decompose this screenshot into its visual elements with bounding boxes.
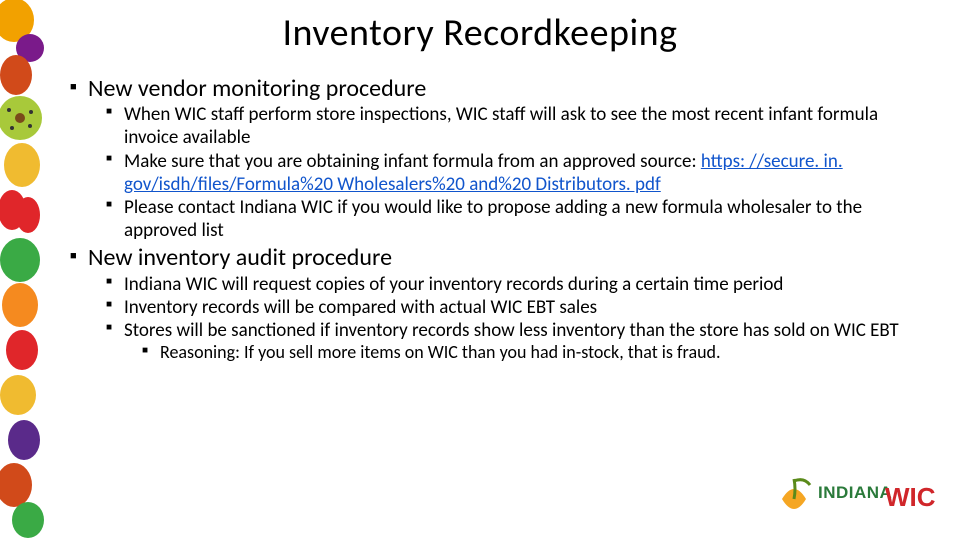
bullet: Please contact Indiana WIC if you would … [124,196,920,242]
slide: Inventory Recordkeeping New vendor monit… [0,0,960,540]
text: Make sure that you are obtaining infant … [124,150,701,173]
bullet: Make sure that you are obtaining infant … [124,150,920,196]
logo-text-2: WIC [885,482,936,512]
text: Stores will be sanctioned if inventory r… [124,319,899,342]
section-heading-2: New inventory audit procedure Indiana WI… [88,243,920,364]
bullet: Inventory records will be compared with … [124,296,920,319]
text: New inventory audit procedure [88,243,392,272]
section-heading-1: New vendor monitoring procedure When WIC… [88,74,920,242]
text: New vendor monitoring procedure [88,74,426,103]
indiana-wic-logo: INDIANA WIC [770,473,940,530]
logo-text-1: INDIANA [818,483,892,502]
bullet: Indiana WIC will request copies of your … [124,273,920,296]
content: New vendor monitoring procedure When WIC… [70,72,920,365]
bullet: Stores will be sanctioned if inventory r… [124,319,920,364]
sub-bullet: Reasoning: If you sell more items on WIC… [160,342,920,364]
page-title: Inventory Recordkeeping [0,10,960,56]
bullet: When WIC staff perform store inspections… [124,103,920,149]
decor-left-food-border [0,0,46,540]
